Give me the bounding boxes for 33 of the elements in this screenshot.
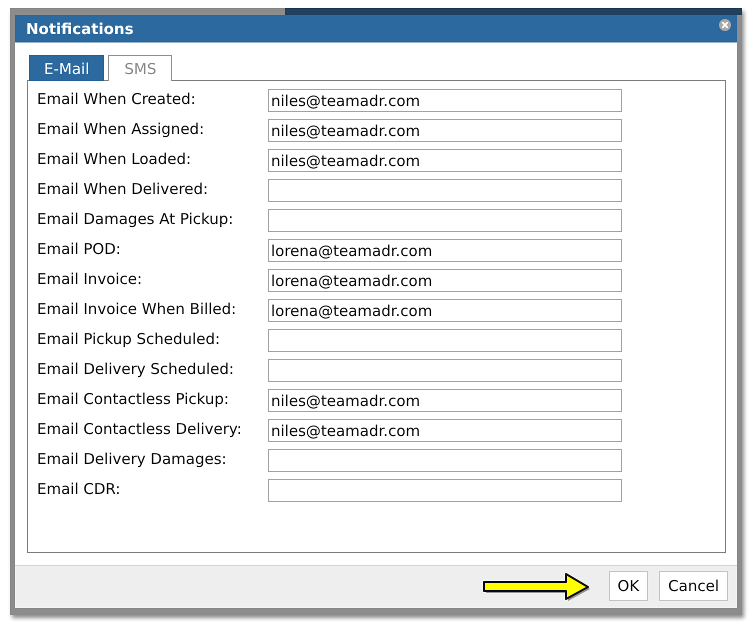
dialog-button[interactable]: OK	[608, 571, 648, 601]
email-input-field[interactable]: niles@teamadr.com	[268, 119, 622, 142]
email-input-field[interactable]: lorena@teamadr.com	[268, 269, 622, 292]
email-input-field[interactable]	[268, 359, 622, 382]
dialog-button[interactable]: Cancel	[659, 571, 728, 601]
field-label: Email Damages At Pickup:	[37, 210, 234, 228]
field-label: Email POD:	[37, 240, 122, 258]
close-icon[interactable]	[719, 18, 731, 30]
field-label: Email Contactless Pickup:	[37, 390, 230, 408]
email-input-field[interactable]	[268, 449, 622, 472]
email-input-field[interactable]	[268, 479, 622, 502]
email-input-field[interactable]	[268, 209, 622, 232]
email-input-field[interactable]: niles@teamadr.com	[268, 89, 622, 112]
field-label: Email When Delivered:	[37, 180, 210, 198]
email-input-field[interactable]: lorena@teamadr.com	[268, 239, 622, 262]
email-input-field[interactable]	[268, 179, 622, 202]
tab[interactable]: E-Mail	[29, 55, 104, 81]
field-label: Email Delivery Damages:	[37, 450, 228, 468]
email-input-field[interactable]: niles@teamadr.com	[268, 149, 622, 172]
window-title: Notifications	[26, 20, 134, 38]
email-input-field[interactable]: niles@teamadr.com	[268, 419, 622, 442]
field-label: Email Pickup Scheduled:	[37, 330, 222, 348]
field-label: Email Invoice When Billed:	[37, 300, 238, 318]
field-label: Email When Assigned:	[37, 120, 206, 138]
field-label: Email CDR:	[37, 480, 122, 498]
field-label: Email Contactless Delivery:	[37, 420, 243, 438]
email-input-field[interactable]	[268, 329, 622, 352]
field-label: Email Delivery Scheduled:	[37, 360, 235, 378]
email-input-field[interactable]: lorena@teamadr.com	[268, 299, 622, 322]
field-label: Email Invoice:	[37, 270, 144, 288]
field-label: Email When Created:	[37, 90, 197, 108]
field-label: Email When Loaded:	[37, 150, 192, 168]
email-input-field[interactable]: niles@teamadr.com	[268, 389, 622, 412]
